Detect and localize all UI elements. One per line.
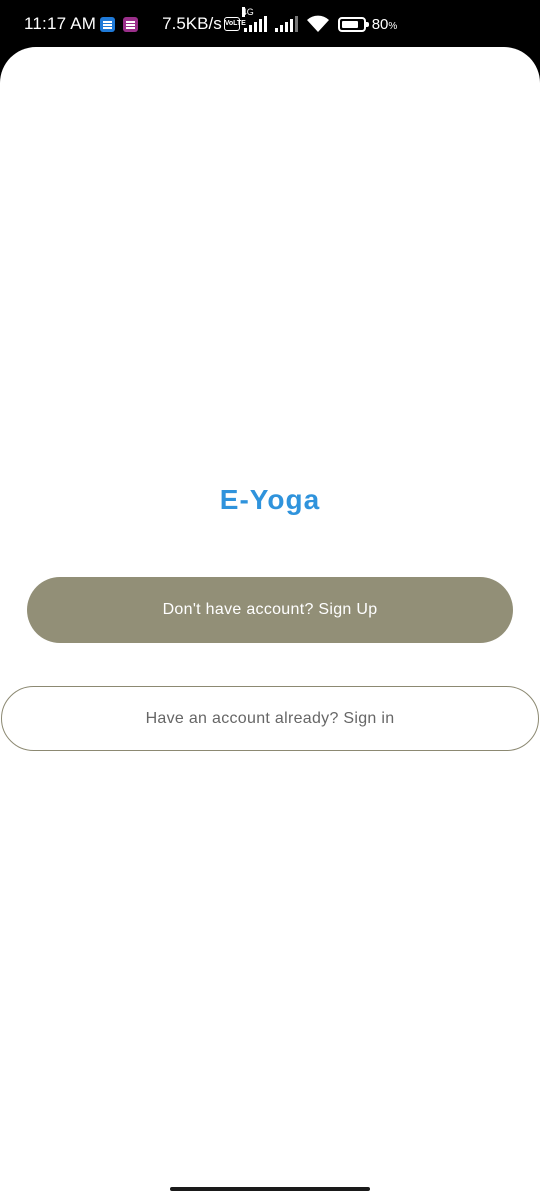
signal-icon: 4G	[241, 7, 267, 32]
notification-lte-icon	[123, 16, 139, 32]
network-type: 4G	[241, 7, 254, 17]
battery-fill	[341, 20, 358, 28]
notification-app-icon	[100, 16, 116, 32]
sign-in-button[interactable]: Have an account already? Sign in	[1, 686, 539, 751]
battery-percent-value: 80	[371, 15, 389, 33]
battery-percent-unit: %	[388, 20, 398, 32]
signal-icon	[274, 16, 298, 32]
network-speed: 7.5KB/s	[162, 14, 222, 33]
app-title: E-Yoga	[219, 484, 321, 515]
home-indicator[interactable]	[170, 1187, 370, 1191]
screen: 11:17 AM 7.5KB/s VoLTE 4G 80% E-Yoga Don…	[0, 0, 540, 1200]
battery-percent: 80%	[372, 16, 398, 33]
battery-icon	[337, 16, 369, 32]
status-time: 11:17 AM	[24, 14, 97, 33]
sign-up-button[interactable]: Don't have account? Sign Up	[27, 577, 513, 643]
status-bar: 11:17 AM 7.5KB/s VoLTE 4G 80%	[0, 0, 540, 48]
volte-icon: VoLTE	[223, 17, 246, 31]
app-surface: E-Yoga Don't have account? Sign Up Have …	[0, 47, 540, 1200]
wifi-icon	[306, 15, 329, 32]
